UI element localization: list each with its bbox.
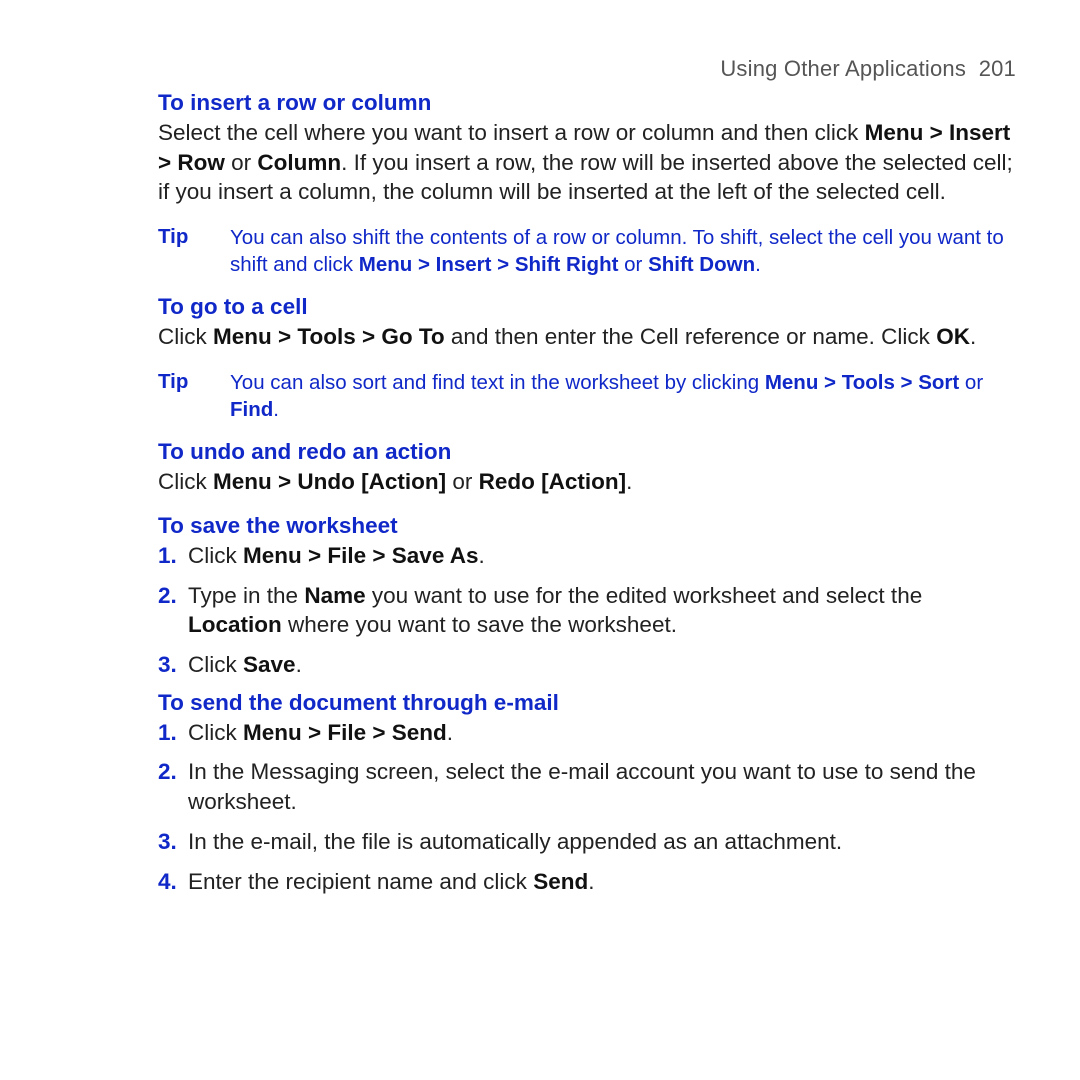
list-item: 4. Enter the recipient name and click Se… bbox=[158, 867, 1016, 897]
list-item: 2. In the Messaging screen, select the e… bbox=[158, 757, 1016, 816]
list-item: 2. Type in the Name you want to use for … bbox=[158, 581, 1016, 640]
page-header: Using Other Applications 201 bbox=[158, 56, 1016, 82]
list-save: 1. Click Menu > File > Save As. 2. Type … bbox=[158, 541, 1016, 680]
tip-insert: Tip You can also shift the contents of a… bbox=[158, 225, 1016, 278]
heading-send: To send the document through e-mail bbox=[158, 690, 1016, 716]
tip-body: You can also shift the contents of a row… bbox=[230, 225, 1016, 278]
list-item: 1. Click Menu > File > Send. bbox=[158, 718, 1016, 748]
list-item: 3. Click Save. bbox=[158, 650, 1016, 680]
para-undo: Click Menu > Undo [Action] or Redo [Acti… bbox=[158, 467, 1016, 497]
heading-save: To save the worksheet bbox=[158, 513, 1016, 539]
para-insert: Select the cell where you want to insert… bbox=[158, 118, 1016, 207]
tip-body: You can also sort and find text in the w… bbox=[230, 370, 1016, 423]
tip-label: Tip bbox=[158, 225, 230, 278]
heading-goto: To go to a cell bbox=[158, 294, 1016, 320]
list-item: 3. In the e-mail, the file is automatica… bbox=[158, 827, 1016, 857]
tip-label: Tip bbox=[158, 370, 230, 423]
document-page: Using Other Applications 201 To insert a… bbox=[0, 0, 1080, 946]
tip-goto: Tip You can also sort and find text in t… bbox=[158, 370, 1016, 423]
header-title: Using Other Applications bbox=[720, 56, 966, 81]
page-number: 201 bbox=[979, 56, 1016, 81]
list-item: 1. Click Menu > File > Save As. bbox=[158, 541, 1016, 571]
heading-insert: To insert a row or column bbox=[158, 90, 1016, 116]
para-goto: Click Menu > Tools > Go To and then ente… bbox=[158, 322, 1016, 352]
heading-undo: To undo and redo an action bbox=[158, 439, 1016, 465]
list-send: 1. Click Menu > File > Send. 2. In the M… bbox=[158, 718, 1016, 896]
